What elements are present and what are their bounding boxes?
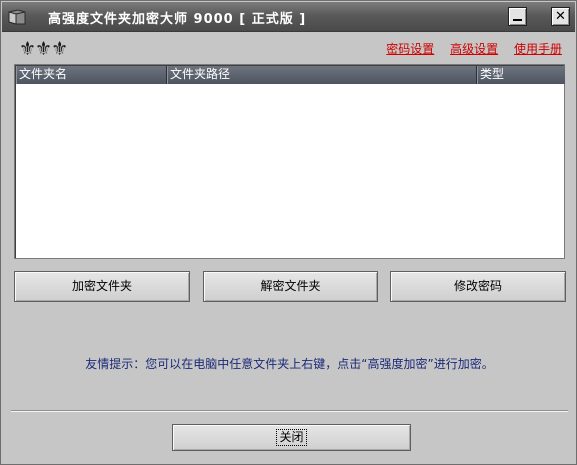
app-window: 高强度文件夹加密大师 9000 [ 正式版 ] ✕ ⚜⚜⚜ 密码设置 高级设置 … xyxy=(0,0,577,465)
list-header: 文件夹名 文件夹路径 类型 xyxy=(16,66,565,84)
friendly-tip: 友情提示：您可以在电脑中任意文件夹上右键，点击“高强度加密”进行加密。 xyxy=(85,357,494,371)
minimize-button[interactable] xyxy=(508,7,527,26)
advanced-settings-link[interactable]: 高级设置 xyxy=(450,42,498,56)
fleur-de-lis-logo: ⚜⚜⚜ xyxy=(19,38,68,60)
folder-list[interactable]: 文件夹名 文件夹路径 类型 xyxy=(14,64,565,259)
decrypt-folder-button[interactable]: 解密文件夹 xyxy=(203,271,378,302)
column-header-type[interactable]: 类型 xyxy=(477,66,565,84)
top-links: 密码设置 高级设置 使用手册 xyxy=(374,40,562,57)
minimize-icon xyxy=(513,19,522,21)
divider xyxy=(11,410,568,412)
close-button[interactable]: 关闭 xyxy=(172,424,411,451)
close-icon: ✕ xyxy=(555,9,566,24)
password-settings-link[interactable]: 密码设置 xyxy=(386,42,434,56)
close-button-label: 关闭 xyxy=(276,429,307,446)
change-password-button[interactable]: 修改密码 xyxy=(390,271,566,302)
window-title: 高强度文件夹加密大师 9000 [ 正式版 ] xyxy=(48,12,307,27)
encrypt-folder-button[interactable]: 加密文件夹 xyxy=(14,271,190,302)
column-header-folder-path[interactable]: 文件夹路径 xyxy=(167,66,477,84)
title-bar[interactable]: 高强度文件夹加密大师 9000 [ 正式版 ] ✕ xyxy=(2,2,575,32)
user-manual-link[interactable]: 使用手册 xyxy=(514,42,562,56)
column-header-folder-name[interactable]: 文件夹名 xyxy=(16,66,167,84)
app-icon xyxy=(8,9,26,25)
close-window-button[interactable]: ✕ xyxy=(551,7,570,26)
